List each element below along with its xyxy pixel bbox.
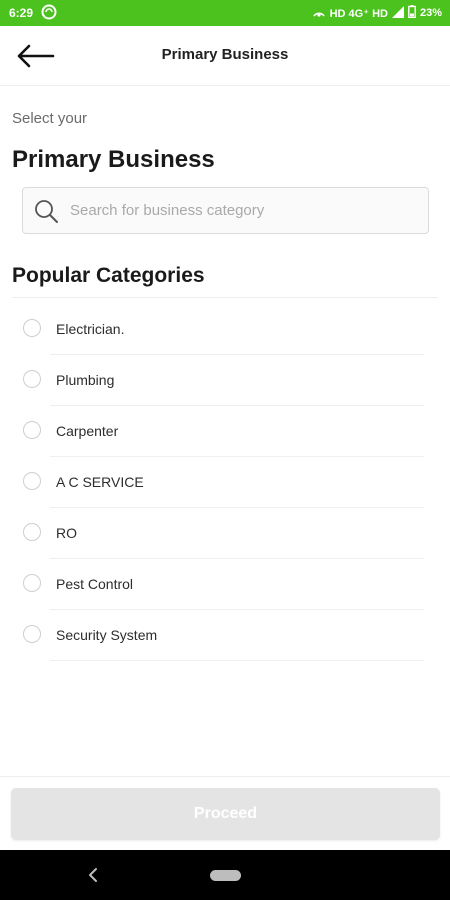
page-title: Primary Business — [161, 46, 289, 63]
battery-percent: 23% — [419, 7, 442, 19]
status-time: 6:29 — [9, 6, 34, 20]
nav-home-pill-icon[interactable] — [210, 870, 241, 881]
category-item-electrician[interactable]: Electrician. — [0, 304, 450, 355]
radio-button[interactable] — [23, 319, 41, 337]
footer-divider — [0, 776, 450, 777]
category-label: Electrician. — [56, 321, 125, 337]
app-bar: Primary Business — [0, 26, 450, 86]
network-label: HD 4G⁺ HD — [329, 7, 388, 20]
status-bar: 6:29 HD 4G⁺ HD 23% — [0, 0, 450, 26]
radio-button[interactable] — [23, 574, 41, 592]
radio-button[interactable] — [23, 421, 41, 439]
category-item-carpenter[interactable]: Carpenter — [0, 406, 450, 457]
signal-icon — [391, 5, 404, 21]
radio-button[interactable] — [23, 523, 41, 541]
category-label: Security System — [56, 627, 158, 643]
search-icon — [32, 197, 60, 225]
category-item-plumbing[interactable]: Plumbing — [0, 355, 450, 406]
category-item-pest-control[interactable]: Pest Control — [0, 559, 450, 610]
section-divider — [12, 297, 438, 298]
category-item-security-system[interactable]: Security System — [0, 610, 450, 661]
search-input[interactable] — [68, 201, 402, 220]
intro-subtitle: Select your — [12, 110, 88, 127]
nav-back-icon[interactable] — [82, 864, 104, 886]
search-box[interactable] — [22, 187, 429, 234]
category-item-ro[interactable]: RO — [0, 508, 450, 559]
intro-heading: Primary Business — [12, 146, 215, 173]
popular-categories-title: Popular Categories — [12, 264, 205, 287]
battery-icon — [408, 5, 416, 21]
radio-button[interactable] — [23, 625, 41, 643]
hotspot-icon — [312, 6, 326, 21]
proceed-button[interactable]: Proceed — [11, 788, 440, 840]
category-label: Plumbing — [56, 372, 115, 388]
system-navigation-bar — [0, 850, 450, 900]
category-item-ac-service[interactable]: A C SERVICE — [0, 457, 450, 508]
radio-button[interactable] — [23, 472, 41, 490]
category-label: Pest Control — [56, 576, 134, 592]
category-label: RO — [56, 525, 77, 541]
sync-icon — [41, 4, 57, 23]
category-label: Carpenter — [56, 423, 119, 439]
category-label: A C SERVICE — [56, 474, 144, 490]
category-list: Electrician. Plumbing Carpenter A C SERV… — [0, 304, 450, 661]
divider — [50, 660, 424, 661]
radio-button[interactable] — [23, 370, 41, 388]
